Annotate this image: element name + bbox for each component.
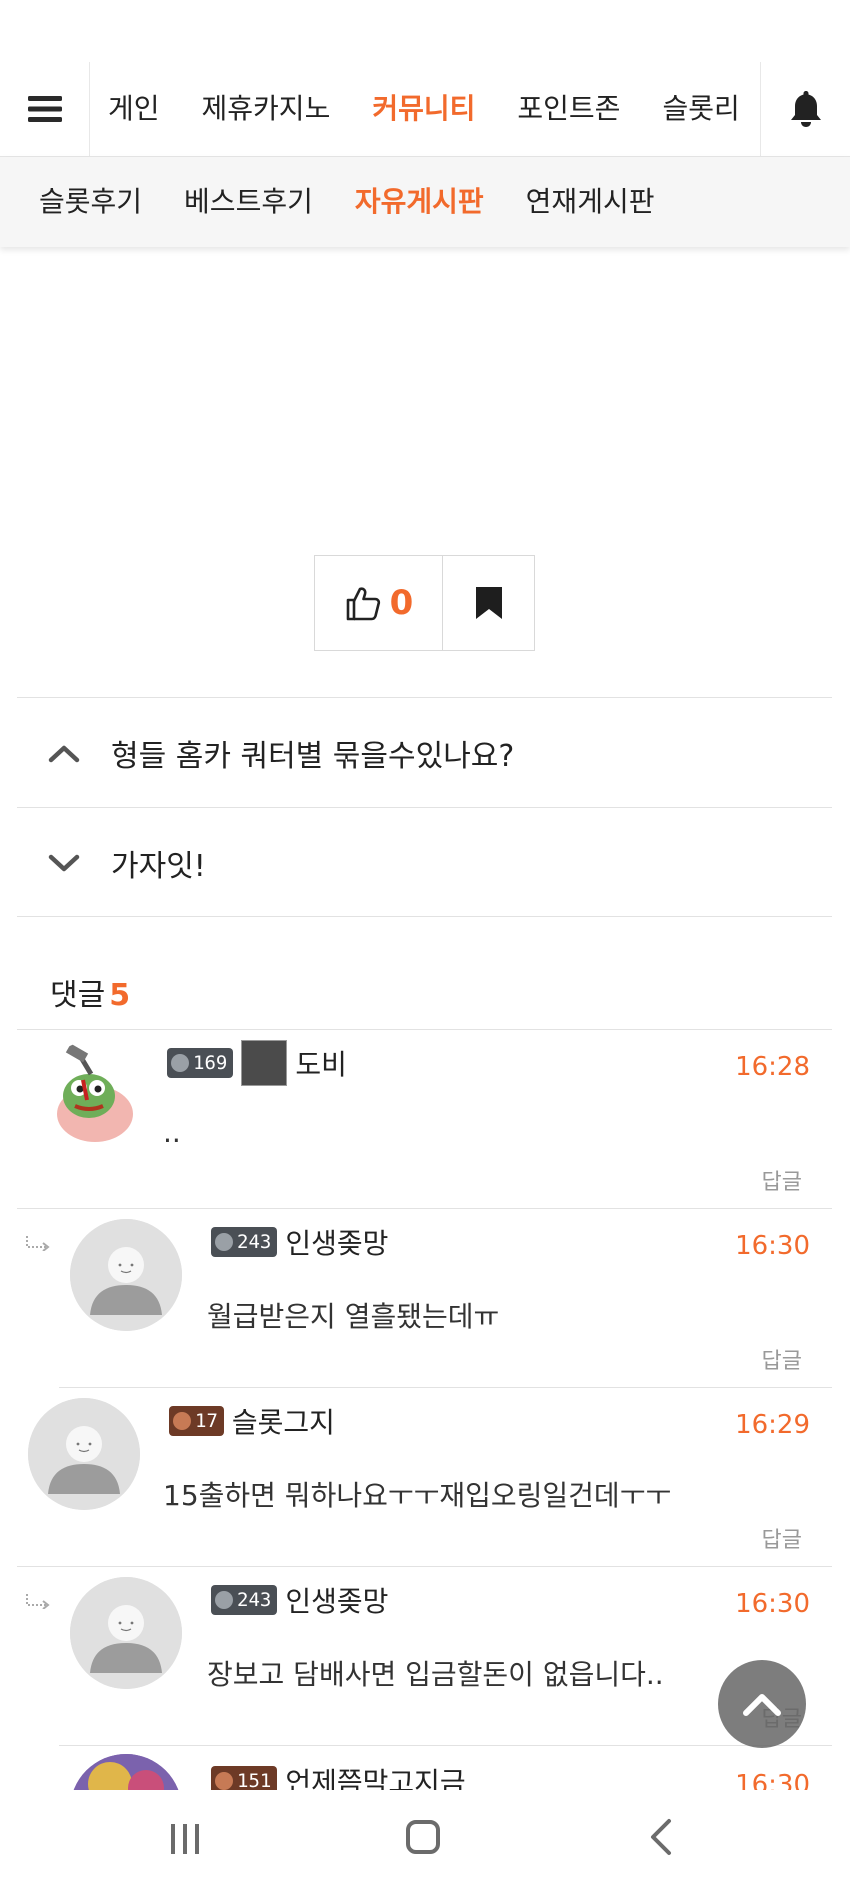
menu-button[interactable] bbox=[0, 62, 90, 156]
notification-button[interactable] bbox=[760, 62, 850, 156]
default-avatar-icon bbox=[70, 1219, 182, 1331]
level-badge: 243 bbox=[211, 1585, 278, 1615]
reply-arrow-icon bbox=[26, 1594, 50, 1609]
default-avatar-icon bbox=[70, 1577, 182, 1689]
reply-arrow-icon bbox=[26, 1236, 50, 1251]
comment-item: 17 슬롯그지 16:29 15출하면 뭐하나요ㅜㅜ재입오링일건데ㅜㅜ 답글 bbox=[17, 1388, 832, 1567]
level-badge: 169 bbox=[167, 1048, 234, 1078]
comment-time: 16:30 bbox=[735, 1589, 810, 1619]
level-icon bbox=[215, 1772, 233, 1790]
vote-box: 0 bbox=[314, 555, 535, 651]
subnav-item-free-board[interactable]: 자유게시판 bbox=[334, 157, 505, 247]
character-avatar-icon bbox=[70, 1754, 182, 1790]
home-icon[interactable] bbox=[406, 1820, 440, 1854]
reply-button[interactable]: 답글 bbox=[762, 1164, 802, 1196]
bell-icon bbox=[790, 91, 821, 127]
comment-time: 16:30 bbox=[735, 1231, 810, 1261]
comment-nickname[interactable]: 도비 bbox=[295, 1043, 347, 1083]
default-avatar-icon bbox=[28, 1398, 140, 1510]
comment-nickname[interactable]: 언제쯤막고지금 bbox=[285, 1761, 465, 1790]
avatar[interactable] bbox=[70, 1577, 182, 1689]
prev-post-title: 형들 홈카 쿼터별 묶을수있나요? bbox=[111, 738, 515, 774]
subnav-item-serial-board[interactable]: 연재게시판 bbox=[505, 157, 676, 247]
avatar[interactable] bbox=[39, 1040, 151, 1152]
comment-time: 16:29 bbox=[735, 1410, 810, 1440]
chevron-up-icon bbox=[48, 745, 80, 762]
comment-text: 15출하면 뭐하나요ㅜㅜ재입오링일건데ㅜㅜ bbox=[163, 1479, 672, 1512]
like-button[interactable]: 0 bbox=[315, 556, 443, 650]
comment-nickname[interactable]: 인생좆망 bbox=[285, 1222, 388, 1262]
nav-item-community[interactable]: 커뮤니티 bbox=[351, 62, 496, 156]
comment-meta: 151 언제쯤막고지금 bbox=[211, 1760, 466, 1790]
comment-nickname[interactable]: 슬롯그지 bbox=[232, 1401, 335, 1441]
chevron-up-icon bbox=[743, 1694, 781, 1716]
comment-meta: 17 슬롯그지 bbox=[169, 1400, 335, 1442]
divider bbox=[17, 916, 832, 917]
chevron-down-icon bbox=[48, 854, 80, 871]
comment-time: 16:30 bbox=[735, 1770, 810, 1790]
system-nav-bar bbox=[0, 1790, 850, 1889]
nav-item-point-zone[interactable]: 포인트존 bbox=[496, 62, 641, 156]
comment-text: 월급받은지 열흘됐는데ㅠ bbox=[207, 1300, 500, 1333]
recent-apps-icon[interactable] bbox=[170, 1822, 200, 1856]
hamburger-icon bbox=[27, 96, 62, 122]
subnav-item-slot-review[interactable]: 슬롯후기 bbox=[18, 157, 163, 247]
nav-item-game[interactable]: 게인 bbox=[92, 62, 181, 156]
level-icon bbox=[173, 1412, 191, 1430]
comment-text: .. bbox=[163, 1116, 181, 1149]
avatar[interactable] bbox=[70, 1754, 182, 1790]
prev-post-link[interactable]: 형들 홈카 쿼터별 묶을수있나요? bbox=[17, 697, 832, 807]
level-icon bbox=[171, 1054, 189, 1072]
level-icon bbox=[215, 1591, 233, 1609]
comment-item-reply: 151 언제쯤막고지금 16:30 bbox=[59, 1746, 832, 1790]
back-icon[interactable] bbox=[648, 1818, 674, 1856]
avatar[interactable] bbox=[70, 1219, 182, 1331]
user-emblem bbox=[241, 1040, 288, 1086]
avatar[interactable] bbox=[28, 1398, 140, 1510]
level-badge: 151 bbox=[211, 1766, 278, 1790]
nav-item-slot-review[interactable]: 슬롯리 bbox=[641, 62, 758, 156]
comment-text: 장보고 담배사면 입금할돈이 없읍니다.. bbox=[207, 1658, 664, 1691]
scroll-to-top-button[interactable] bbox=[718, 1660, 806, 1748]
level-icon bbox=[215, 1233, 233, 1251]
comment-item-reply: 243 인생좆망 16:30 장보고 담배사면 입금할돈이 없읍니다.. 답글 bbox=[26, 1567, 832, 1746]
thumbs-up-icon bbox=[346, 587, 380, 621]
bookmark-button[interactable] bbox=[443, 556, 534, 650]
top-nav: 게인 제휴카지노 커뮤니티 포인트존 슬롯리 bbox=[0, 62, 850, 157]
comments-header: 댓글 5 bbox=[50, 970, 130, 1014]
level-badge: 17 bbox=[169, 1406, 224, 1436]
comment-time: 16:28 bbox=[735, 1052, 810, 1082]
next-post-link[interactable]: 가자잇! bbox=[17, 807, 832, 917]
comment-meta: 243 인생좆망 bbox=[211, 1579, 388, 1621]
top-nav-scroller[interactable]: 게인 제휴카지노 커뮤니티 포인트존 슬롯리 bbox=[92, 62, 758, 156]
comment-item-reply: 243 인생좆망 16:30 월급받은지 열흘됐는데ㅠ 답글 bbox=[26, 1209, 832, 1388]
reply-button[interactable]: 답글 bbox=[762, 1522, 802, 1554]
comment-item: 169 도비 16:28 .. 답글 bbox=[17, 1030, 832, 1209]
reply-button[interactable]: 답글 bbox=[762, 1343, 802, 1375]
bookmark-icon bbox=[475, 587, 502, 619]
next-post-title: 가자잇! bbox=[111, 848, 206, 884]
comment-meta: 243 인생좆망 bbox=[211, 1221, 388, 1263]
comments-label: 댓글 bbox=[50, 978, 106, 1013]
like-count: 0 bbox=[389, 583, 414, 623]
frog-avatar-icon bbox=[39, 1040, 151, 1152]
comment-nickname[interactable]: 인생좆망 bbox=[285, 1580, 388, 1620]
level-badge: 243 bbox=[211, 1227, 278, 1257]
sub-nav: 슬롯후기 베스트후기 자유게시판 연재게시판 bbox=[0, 157, 850, 247]
comment-meta: 169 도비 bbox=[167, 1040, 347, 1086]
nav-item-partner-casino[interactable]: 제휴카지노 bbox=[181, 62, 352, 156]
subnav-item-best-review[interactable]: 베스트후기 bbox=[163, 157, 334, 247]
comments-count: 5 bbox=[109, 978, 131, 1013]
